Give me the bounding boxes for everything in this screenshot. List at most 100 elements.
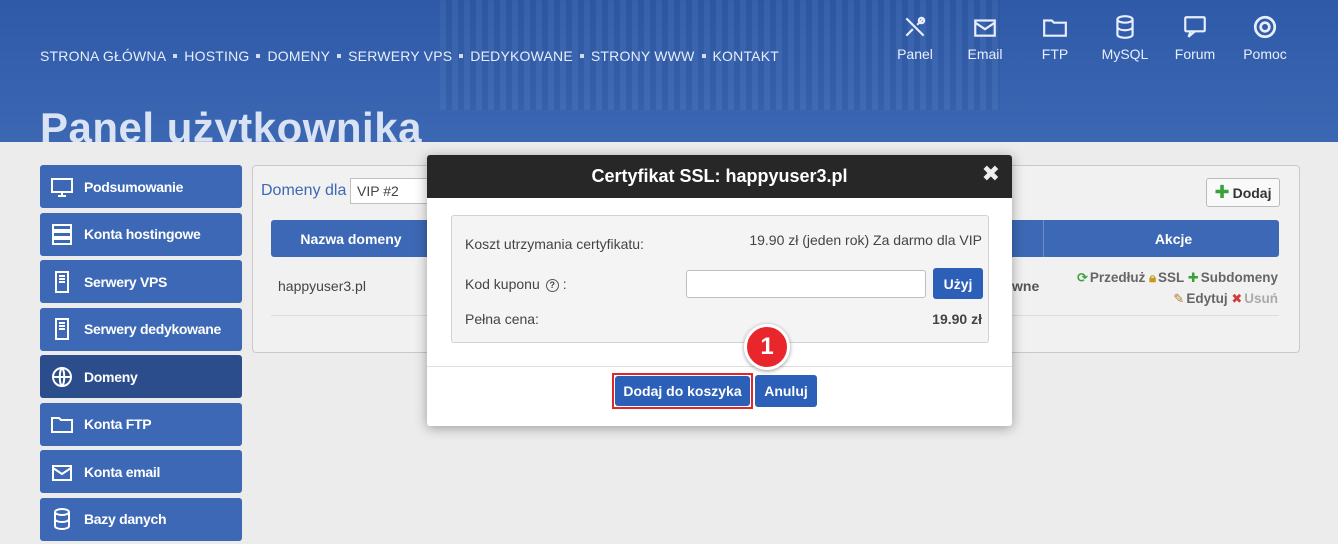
delete-icon: ✖: [1231, 291, 1243, 306]
coupon-label-suffix: :: [562, 276, 567, 292]
server-icon: [52, 224, 72, 245]
column-header-domain: Nazwa domeny: [271, 220, 431, 257]
modal-title: Certyfikat SSL: happyuser3.pl: [591, 166, 848, 186]
column-header-actions: Akcje: [1008, 220, 1279, 257]
sidebar-item-label: Podsumowanie: [84, 178, 184, 195]
top-mysql-label: MySQL: [1101, 46, 1149, 62]
nav-contact[interactable]: KONTAKT: [713, 48, 779, 64]
domain-cell: happyuser3.pl: [278, 278, 366, 294]
sidebar-item-email[interactable]: Konta email: [40, 450, 242, 493]
modal-price-box: Koszt utrzymania certyfikatu: 19.90 zł (…: [451, 215, 989, 343]
full-price-label: Pełna cena:: [465, 311, 539, 327]
coupon-input[interactable]: [686, 270, 926, 298]
globe-icon: [52, 366, 72, 387]
top-ftp-link[interactable]: FTP: [1020, 14, 1090, 62]
top-email-label: Email: [967, 46, 1003, 62]
database-icon: [54, 508, 70, 531]
status-cell: wne: [1012, 278, 1040, 294]
top-forum-link[interactable]: Forum: [1160, 14, 1230, 62]
add-domain-label: Dodaj: [1232, 184, 1272, 201]
nav-vps[interactable]: SERWERY VPS: [348, 48, 452, 64]
tower-icon: [55, 318, 69, 340]
sidebar-item-hosting-accounts[interactable]: Konta hostingowe: [40, 212, 242, 256]
nav-separator: [579, 54, 584, 58]
sidebar-item-vps[interactable]: Serwery VPS: [40, 260, 242, 303]
sidebar-item-label: Serwery dedykowane: [84, 321, 221, 337]
modal-header: Certyfikat SSL: happyuser3.pl ✖: [427, 155, 1012, 198]
sidebar-item-label: Domeny: [84, 368, 138, 385]
top-panel-label: Panel: [897, 46, 933, 62]
sidebar-item-label: Konta email: [84, 463, 161, 480]
top-icon-bar: Panel Email FTP MySQL Forum Pomoc: [880, 14, 1300, 62]
top-ftp-label: FTP: [1041, 46, 1069, 62]
row-actions: ⟳ Przedłuż 🔒︎ SSL ✚ Subdomeny ✎ Edytuj ✖ Usuń: [1048, 267, 1278, 309]
sidebar-item-domains[interactable]: Domeny: [40, 355, 242, 398]
top-panel-link[interactable]: Panel: [880, 14, 950, 62]
use-coupon-button[interactable]: Użyj: [933, 268, 983, 299]
add-domain-button[interactable]: ✚ Dodaj: [1206, 178, 1280, 207]
step-number-badge: 1: [744, 324, 790, 370]
sidebar-item-label: Konta hostingowe: [84, 226, 201, 242]
sidebar-item-summary[interactable]: Podsumowanie: [40, 165, 242, 208]
column-header-actions-label: Akcje: [1154, 230, 1193, 247]
sidebar-item-ftp[interactable]: Konta FTP: [40, 402, 242, 446]
plus-icon: ✚: [1214, 182, 1230, 202]
nav-websites[interactable]: STRONY WWW: [591, 48, 695, 64]
sidebar-item-label: Serwery VPS: [84, 273, 168, 290]
page-title: Panel użytkownika: [40, 104, 422, 142]
folder-icon: [51, 417, 73, 433]
folder-icon: [1043, 19, 1067, 37]
sidebar-item-databases[interactable]: Bazy danych: [40, 497, 242, 541]
ssl-link[interactable]: SSL: [1158, 270, 1184, 285]
email-icon: [974, 19, 996, 37]
add-to-cart-button[interactable]: Dodaj do koszyka: [615, 376, 750, 406]
nav-separator: [256, 54, 261, 58]
nav-separator: [173, 54, 178, 58]
sidebar-item-dedicated[interactable]: Serwery dedykowane: [40, 307, 242, 351]
coupon-label-row: Kod kuponu?:: [465, 276, 567, 292]
cancel-button[interactable]: Anuluj: [755, 375, 817, 407]
edit-link[interactable]: Edytuj: [1186, 291, 1227, 306]
monitor-icon: [51, 177, 73, 197]
nav-dedicated[interactable]: DEDYKOWANE: [470, 48, 573, 64]
add-to-cart-highlight: Dodaj do koszyka: [612, 373, 753, 409]
database-icon: [1116, 15, 1134, 39]
email-icon: [52, 464, 72, 481]
renew-icon: ⟳: [1076, 270, 1088, 285]
nav-separator: [701, 54, 706, 58]
ssl-certificate-modal: Certyfikat SSL: happyuser3.pl ✖ Koszt ut…: [427, 155, 1012, 426]
subdomains-link[interactable]: Subdomeny: [1201, 270, 1278, 285]
site-header: STRONA GŁÓWNA HOSTING DOMENY SERWERY VPS…: [0, 0, 1338, 142]
top-help-link[interactable]: Pomoc: [1230, 14, 1300, 62]
nav-separator: [337, 54, 342, 58]
full-price-value: 19.90 zł: [932, 311, 982, 327]
top-email-link[interactable]: Email: [950, 14, 1020, 62]
top-forum-label: Forum: [1174, 46, 1216, 62]
nav-home[interactable]: STRONA GŁÓWNA: [40, 48, 166, 64]
tools-icon: [905, 16, 926, 37]
sidebar-item-label: Konta FTP: [84, 416, 152, 432]
delete-link[interactable]: Usuń: [1244, 291, 1278, 306]
column-divider: [1043, 220, 1044, 257]
account-select[interactable]: VIP #2: [350, 178, 430, 204]
nav-hosting[interactable]: HOSTING: [184, 48, 249, 64]
cost-label: Koszt utrzymania certyfikatu:: [465, 236, 644, 252]
edit-icon: ✎: [1173, 291, 1185, 306]
help-icon[interactable]: ?: [545, 278, 559, 292]
renew-link[interactable]: Przedłuż: [1090, 270, 1146, 285]
nav-domains[interactable]: DOMENY: [267, 48, 330, 64]
tower-icon: [55, 270, 69, 293]
top-help-label: Pomoc: [1243, 46, 1287, 62]
lock-icon: 🔒︎: [1149, 270, 1157, 285]
domains-for-label: Domeny dla: [261, 182, 347, 199]
sidebar-item-label: Bazy danych: [84, 511, 167, 527]
cost-value: 19.90 zł (jeden rok) Za darmo dla VIP: [749, 232, 982, 248]
chat-icon: [1184, 16, 1206, 38]
top-mysql-link[interactable]: MySQL: [1090, 14, 1160, 62]
modal-footer-divider: [427, 366, 1012, 367]
coupon-label: Kod kuponu: [465, 276, 540, 292]
lifebuoy-icon: [1253, 15, 1277, 39]
close-icon[interactable]: ✖: [982, 161, 1000, 187]
main-nav: STRONA GŁÓWNA HOSTING DOMENY SERWERY VPS…: [40, 48, 779, 64]
sidebar: Podsumowanie Konta hostingowe Serwery VP…: [40, 165, 242, 544]
